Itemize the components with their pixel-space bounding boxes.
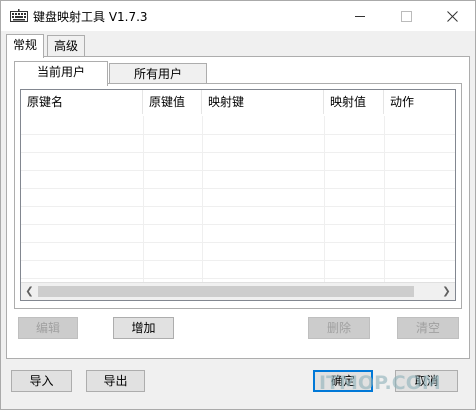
grid-line xyxy=(21,170,455,171)
title-bar[interactable]: 键盘映射工具 V1.7.3 xyxy=(1,1,475,31)
close-button[interactable] xyxy=(429,1,475,31)
scroll-left-icon[interactable]: ❮ xyxy=(21,283,38,300)
grid-line xyxy=(21,188,455,189)
tab-general[interactable]: 常规 xyxy=(6,34,45,58)
grid-line xyxy=(21,242,455,243)
grid-line xyxy=(143,116,144,282)
column-header-mapped-key[interactable]: 映射键 xyxy=(202,90,324,114)
cancel-button[interactable]: 取消 xyxy=(395,370,458,392)
grid-line xyxy=(324,116,325,282)
minimize-button[interactable] xyxy=(337,1,383,31)
maximize-button[interactable] xyxy=(383,1,429,31)
tab-current-user[interactable]: 当前用户 xyxy=(14,61,108,86)
horizontal-scrollbar[interactable]: ❮ ❯ xyxy=(21,282,455,300)
window-title: 键盘映射工具 V1.7.3 xyxy=(33,10,148,24)
scroll-right-icon[interactable]: ❯ xyxy=(438,283,455,300)
grid-line xyxy=(21,260,455,261)
add-button[interactable]: 增加 xyxy=(113,317,174,339)
column-header-action[interactable]: 动作 xyxy=(384,90,455,114)
column-header-original-key-value[interactable]: 原键值 xyxy=(143,90,202,114)
list-header: 原键名 原键值 映射键 映射值 动作 xyxy=(21,90,455,116)
export-button[interactable]: 导出 xyxy=(86,370,145,392)
tab-all-users[interactable]: 所有用户 xyxy=(109,63,207,84)
mapping-list[interactable]: 原键名 原键值 映射键 映射值 动作 ❮ ❯ xyxy=(20,89,456,301)
maximize-icon xyxy=(400,10,412,22)
grid-line xyxy=(21,224,455,225)
ok-button[interactable]: 确定 xyxy=(313,370,373,392)
minimize-icon xyxy=(355,15,365,17)
column-header-mapped-value[interactable]: 映射值 xyxy=(324,90,384,114)
close-icon xyxy=(446,10,458,22)
edit-button[interactable]: 编辑 xyxy=(18,317,78,339)
grid-line xyxy=(21,278,455,279)
clear-button[interactable]: 清空 xyxy=(397,317,459,339)
tab-advanced[interactable]: 高级 xyxy=(47,35,86,57)
grid-line xyxy=(384,116,385,282)
keyboard-icon xyxy=(10,9,28,22)
scrollbar-thumb[interactable] xyxy=(38,286,414,297)
grid-line xyxy=(21,152,455,153)
grid-line xyxy=(21,206,455,207)
column-header-original-key-name[interactable]: 原键名 xyxy=(21,90,143,114)
delete-button[interactable]: 删除 xyxy=(308,317,370,339)
main-window: 键盘映射工具 V1.7.3 常规 高级 当前用户 所有用户 原键名 原键值 映射… xyxy=(0,0,476,410)
grid-line xyxy=(21,134,455,135)
import-button[interactable]: 导入 xyxy=(11,370,72,392)
grid-line xyxy=(202,116,203,282)
